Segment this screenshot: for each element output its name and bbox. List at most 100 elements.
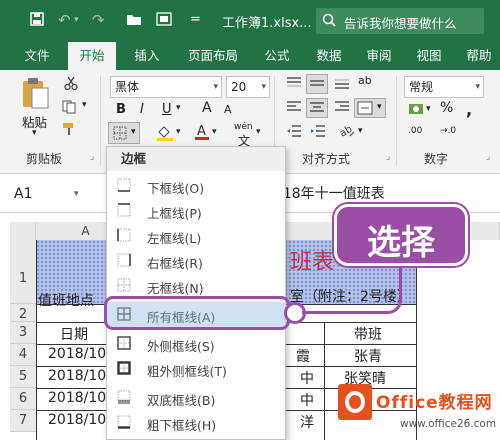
tab-formulas[interactable]: 公式 (254, 42, 300, 70)
cell-row3-right[interactable]: 带班 (354, 324, 382, 344)
align-middle-button[interactable] (306, 74, 328, 94)
alignment-launcher-icon[interactable]: ⌟ (386, 152, 390, 162)
menu-item-thick-bottom-border[interactable]: 粗下框线(H) (107, 410, 285, 435)
group-divider (396, 76, 397, 166)
number-launcher-icon[interactable]: ⌟ (486, 152, 490, 162)
clipboard-launcher-icon[interactable]: ⌟ (90, 152, 94, 162)
underline-dropdown-icon[interactable]: ▾ (176, 103, 181, 113)
font-size-combo[interactable]: 20 ▾ (226, 76, 270, 98)
cut-icon[interactable] (64, 76, 78, 94)
fill-color-dropdown-icon[interactable]: ▾ (176, 127, 181, 137)
cell-row5-mid[interactable]: 中 (300, 368, 314, 388)
tab-help[interactable]: 帮助 (458, 42, 500, 70)
tell-me-search[interactable]: 告诉我你想要做什么 (316, 8, 484, 34)
align-left-icon[interactable] (286, 100, 302, 118)
cell-a2[interactable]: 值班地点 (38, 290, 94, 310)
cell-a5[interactable]: 2018/10 (48, 368, 106, 384)
name-box[interactable]: A1 ▾ (14, 183, 79, 205)
font-size-dropdown-icon[interactable]: ▾ (261, 77, 266, 97)
align-center-button[interactable] (306, 98, 328, 118)
cell-row6-mid[interactable]: 中 (300, 390, 314, 410)
align-bottom-icon[interactable] (334, 76, 350, 94)
align-right-icon[interactable] (334, 100, 350, 118)
copy-icon[interactable] (62, 100, 80, 118)
comma-button[interactable]: , (466, 100, 472, 119)
cell-a3[interactable]: 日期 (60, 324, 88, 344)
increase-indent-icon[interactable] (310, 124, 326, 142)
menu-item-right-border[interactable]: 右框线(R) (107, 248, 285, 273)
redo-icon[interactable]: ↷ (92, 12, 105, 28)
number-format-combo[interactable]: 常规 ▾ (404, 76, 484, 98)
title-bar: ↶ ▾ ↷ = 工作簿1.xlsx... 告诉我你想要做什么 (0, 0, 500, 42)
folder-icon[interactable] (126, 12, 142, 29)
paste-dropdown-icon[interactable]: ▾ (32, 128, 37, 138)
menu-item-no-border[interactable]: 无框线(N) (107, 273, 285, 298)
menu-item-double-bottom-border[interactable]: 双底框线(B) (107, 385, 285, 410)
format-painter-icon[interactable] (62, 122, 78, 140)
print-preview-icon[interactable] (156, 12, 172, 29)
menu-item-outside-borders[interactable]: 外侧框线(S) (107, 331, 285, 356)
font-name-dropdown-icon[interactable]: ▾ (213, 77, 218, 97)
cell-row4-mid[interactable]: 霞 (296, 346, 310, 366)
menu-item-top-border[interactable]: 上框线(P) (107, 198, 285, 223)
tab-review[interactable]: 审阅 (356, 42, 402, 70)
cell-a6[interactable]: 2018/10 (48, 390, 106, 406)
tab-view[interactable]: 视图 (406, 42, 452, 70)
row-header-6[interactable]: 6 (10, 388, 36, 410)
orientation-icon[interactable]: ab (338, 122, 356, 142)
tab-file[interactable]: 文件 (14, 42, 60, 70)
currency-icon[interactable] (408, 102, 424, 120)
row-header-2[interactable]: 2 (10, 304, 36, 322)
cell-a4[interactable]: 2018/10 (48, 346, 106, 362)
merge-center-button[interactable]: ▾ (354, 98, 386, 118)
customize-quick-access-icon[interactable]: = (190, 12, 201, 28)
phonetic-dropdown-icon[interactable]: ▾ (256, 127, 261, 137)
border-dropdown-icon[interactable]: ▾ (131, 127, 136, 137)
cell-row7-mid[interactable]: 洋 (300, 412, 314, 432)
tab-insert[interactable]: 插入 (124, 42, 170, 70)
font-color-dropdown-icon[interactable]: ▾ (212, 127, 217, 137)
cell-row4-right[interactable]: 张青 (354, 346, 382, 366)
tab-data[interactable]: 数据 (306, 42, 352, 70)
shrink-font-button[interactable]: A (224, 103, 232, 116)
cell-a7[interactable]: 2018/10 (48, 412, 106, 428)
phonetic-button[interactable]: wén (234, 122, 253, 132)
tab-home[interactable]: 开始 (68, 42, 116, 70)
menu-item-left-border[interactable]: 左框线(L) (107, 223, 285, 248)
row-header-3[interactable]: 3 (10, 322, 36, 344)
copy-dropdown-icon[interactable]: ▾ (82, 100, 87, 110)
italic-button[interactable]: I (140, 102, 144, 117)
border-button[interactable]: ▾ (108, 122, 140, 144)
name-box-dropdown-icon[interactable]: ▾ (74, 183, 79, 205)
undo-icon[interactable]: ↶ (58, 12, 71, 28)
undo-dropdown-icon[interactable]: ▾ (74, 12, 79, 28)
svg-text:ab: ab (338, 124, 354, 138)
number-format-dropdown-icon[interactable]: ▾ (475, 77, 480, 97)
decrease-indent-icon[interactable] (286, 124, 302, 142)
underline-button[interactable]: U (162, 102, 172, 117)
merge-dropdown-icon[interactable]: ▾ (377, 102, 382, 112)
orientation-dropdown-icon[interactable]: ▾ (358, 126, 363, 136)
row-header-1[interactable]: 1 (10, 240, 36, 304)
paste-icon[interactable] (20, 76, 50, 114)
fill-color-icon[interactable] (156, 124, 174, 146)
currency-dropdown-icon[interactable]: ▾ (426, 104, 431, 114)
save-icon[interactable] (30, 12, 44, 29)
percent-button[interactable]: % (440, 100, 453, 116)
menu-item-label: 下框线(O) (147, 181, 205, 196)
increase-decimal-button[interactable]: .00 (408, 126, 422, 136)
grow-font-button[interactable]: A (202, 100, 212, 116)
bold-button[interactable]: B (116, 102, 126, 117)
font-name-combo[interactable]: 黑体 ▾ (110, 76, 222, 98)
menu-item-thick-outside-borders[interactable]: 粗外侧框线(T) (107, 356, 285, 381)
font-color-icon[interactable]: A (194, 122, 210, 146)
row-header-5[interactable]: 5 (10, 366, 36, 388)
wrap-text-icon[interactable]: ab (358, 74, 372, 87)
row-header-7[interactable]: 7 (10, 410, 36, 432)
row-header-4[interactable]: 4 (10, 344, 36, 366)
align-top-icon[interactable] (286, 76, 302, 94)
decrease-decimal-button[interactable]: →.0 (440, 126, 456, 136)
tab-page-layout[interactable]: 页面布局 (178, 42, 248, 70)
menu-item-bottom-border[interactable]: 下框线(O) (107, 173, 285, 198)
select-all-corner[interactable] (10, 222, 36, 240)
